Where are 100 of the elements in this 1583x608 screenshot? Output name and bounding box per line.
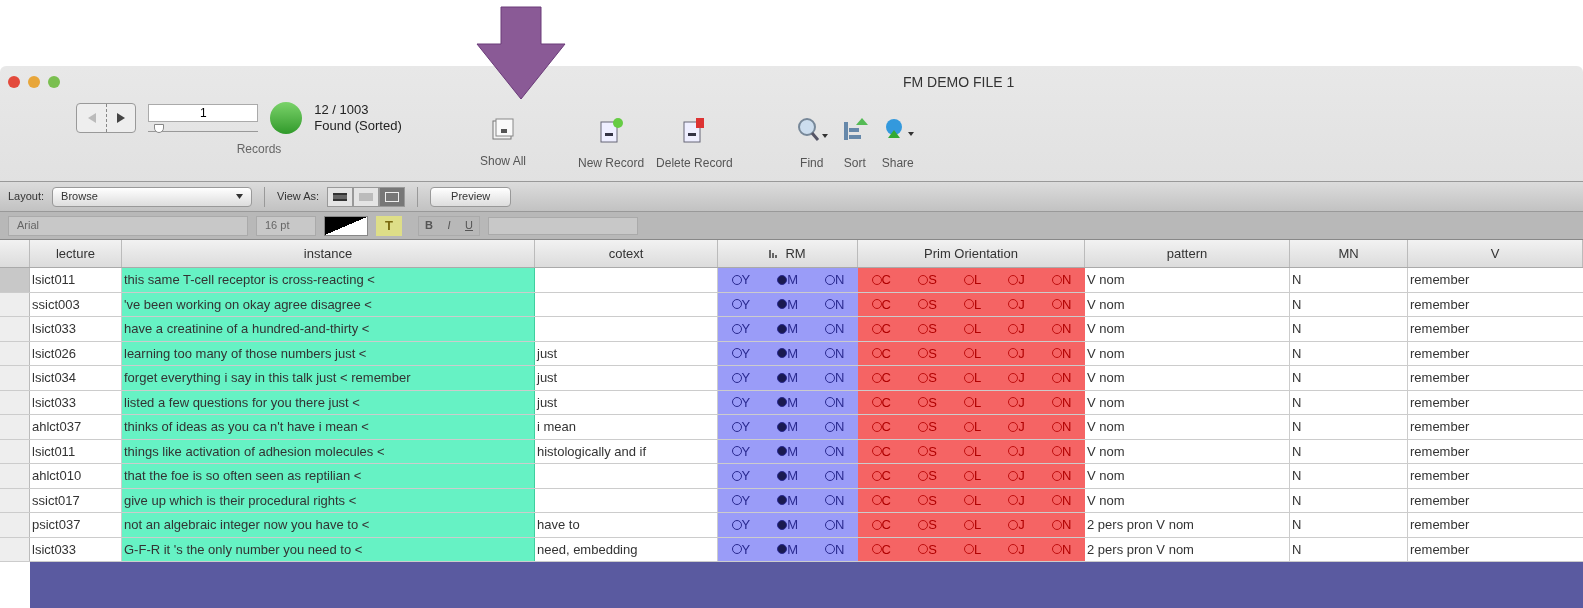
radio-option[interactable]: N (1052, 493, 1072, 507)
radio-option[interactable]: N (825, 493, 845, 507)
style-button[interactable]: I (439, 216, 459, 235)
radio-option[interactable]: N (1052, 273, 1072, 287)
radio-option[interactable]: C (871, 420, 891, 434)
toolbar-button[interactable]: Find (788, 102, 835, 172)
style-button[interactable]: U (459, 216, 479, 235)
slider-thumb[interactable] (153, 124, 164, 133)
radio-option[interactable]: N (1052, 420, 1072, 434)
radio-option[interactable]: S (918, 420, 937, 434)
radio-option[interactable]: L (963, 395, 982, 409)
radio-option[interactable]: S (918, 371, 937, 385)
radio-option[interactable]: C (871, 469, 891, 483)
row-handle[interactable] (0, 292, 30, 316)
radio-option[interactable]: N (1052, 444, 1072, 458)
radio-option[interactable]: Y (731, 346, 751, 360)
radio-option[interactable]: L (963, 518, 982, 532)
radio-option[interactable]: S (918, 395, 937, 409)
radio-option[interactable]: M (777, 542, 799, 556)
toolbar-button[interactable]: Share (874, 102, 921, 172)
row-handle[interactable] (0, 439, 30, 463)
toolbar-button[interactable]: Sort (834, 102, 875, 172)
radio-option[interactable]: N (1052, 518, 1072, 532)
radio-option[interactable]: Y (731, 469, 751, 483)
row-handle[interactable] (0, 464, 30, 488)
toolbar-button[interactable]: Delete Record (650, 102, 739, 172)
radio-option[interactable]: N (825, 469, 845, 483)
radio-option[interactable]: M (777, 444, 799, 458)
radio-option[interactable]: Y (731, 518, 751, 532)
radio-option[interactable]: Y (731, 420, 751, 434)
radio-option[interactable]: C (871, 297, 891, 311)
radio-option[interactable]: M (777, 297, 799, 311)
radio-option[interactable]: N (825, 395, 845, 409)
radio-option[interactable]: S (918, 273, 937, 287)
record-slider[interactable] (148, 124, 259, 132)
toolbar-button[interactable]: New Record (572, 102, 651, 172)
view-toggle[interactable] (379, 186, 406, 207)
radio-option[interactable]: N (1052, 346, 1072, 360)
radio-option[interactable]: C (871, 444, 891, 458)
radio-option[interactable]: M (777, 420, 799, 434)
radio-option[interactable]: C (871, 346, 891, 360)
row-handle[interactable] (0, 268, 30, 292)
radio-option[interactable]: N (825, 297, 845, 311)
alignment-buttons[interactable] (488, 216, 638, 235)
radio-option[interactable]: M (777, 273, 799, 287)
radio-option[interactable]: C (871, 371, 891, 385)
radio-option[interactable]: Y (731, 322, 751, 336)
radio-option[interactable]: Y (731, 395, 751, 409)
radio-option[interactable]: S (918, 469, 937, 483)
radio-option[interactable]: Y (731, 371, 751, 385)
row-handle[interactable] (0, 390, 30, 414)
radio-option[interactable]: L (963, 371, 982, 385)
column-header[interactable]: MN (1338, 243, 1359, 264)
radio-option[interactable]: S (918, 444, 937, 458)
radio-option[interactable]: C (871, 395, 891, 409)
radio-option[interactable]: Y (731, 493, 751, 507)
radio-option[interactable]: N (825, 420, 845, 434)
radio-option[interactable]: Y (731, 542, 751, 556)
view-toggle[interactable] (327, 186, 354, 207)
radio-option[interactable]: M (777, 493, 799, 507)
preview-button[interactable]: Preview (430, 186, 512, 207)
close-button[interactable] (8, 76, 20, 88)
row-handle[interactable] (0, 537, 30, 561)
toolbar-button[interactable]: Show All (474, 102, 533, 170)
radio-option[interactable]: L (963, 469, 982, 483)
radio-option[interactable]: S (918, 346, 937, 360)
style-button[interactable]: B (419, 216, 439, 235)
radio-option[interactable]: M (777, 469, 799, 483)
view-toggle[interactable] (353, 186, 380, 207)
radio-option[interactable]: N (825, 518, 845, 532)
column-header[interactable]: lecture (56, 243, 95, 264)
radio-option[interactable]: N (825, 273, 845, 287)
radio-option[interactable]: N (1052, 395, 1072, 409)
radio-option[interactable]: L (963, 297, 982, 311)
radio-option[interactable]: S (918, 518, 937, 532)
radio-option[interactable]: Y (731, 273, 751, 287)
radio-option[interactable]: N (825, 444, 845, 458)
row-handle[interactable] (0, 317, 30, 341)
radio-option[interactable]: C (871, 542, 891, 556)
radio-option[interactable]: L (963, 322, 982, 336)
radio-option[interactable]: C (871, 322, 891, 336)
radio-option[interactable]: M (777, 322, 799, 336)
radio-option[interactable]: N (1052, 542, 1072, 556)
column-header[interactable]: V (1490, 243, 1500, 264)
text-color-swatch[interactable] (324, 215, 368, 236)
font-dropdown[interactable]: Arial (8, 215, 248, 236)
radio-option[interactable]: N (825, 346, 845, 360)
radio-option[interactable]: C (871, 273, 891, 287)
layout-dropdown[interactable]: Browse (52, 186, 253, 207)
record-number-field[interactable]: 1 (148, 104, 259, 122)
row-handle[interactable] (0, 366, 30, 390)
radio-option[interactable]: N (825, 371, 845, 385)
record-navigator[interactable] (76, 103, 137, 133)
radio-option[interactable]: S (918, 322, 937, 336)
highlight-icon[interactable]: T (376, 215, 402, 236)
radio-option[interactable]: N (825, 542, 845, 556)
radio-option[interactable]: L (963, 346, 982, 360)
radio-option[interactable]: S (918, 297, 937, 311)
radio-option[interactable]: L (963, 444, 982, 458)
radio-option[interactable]: S (918, 493, 937, 507)
